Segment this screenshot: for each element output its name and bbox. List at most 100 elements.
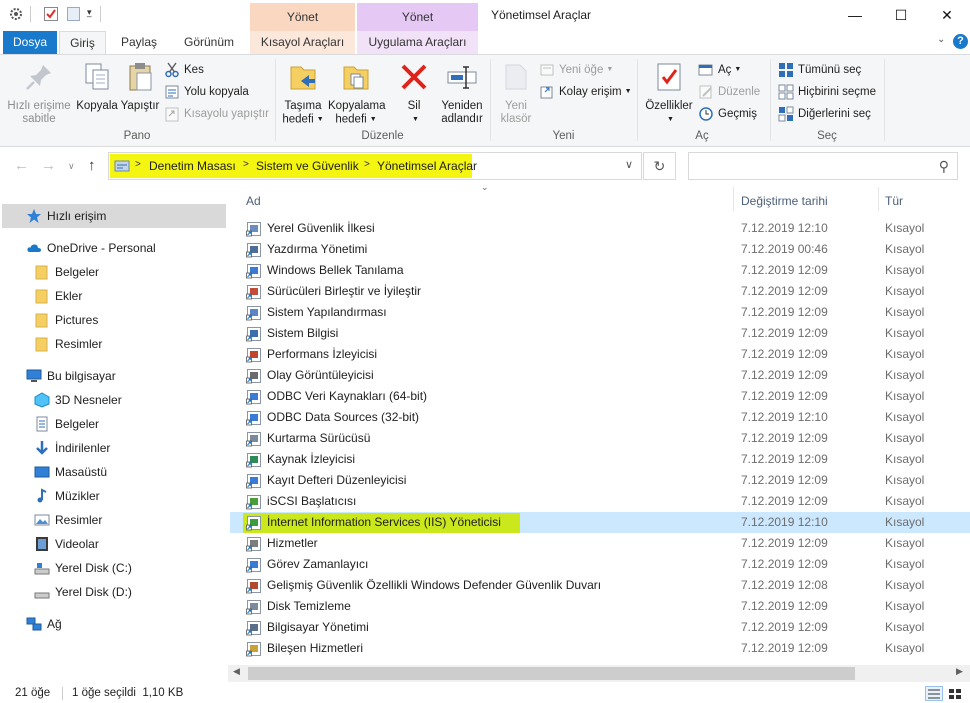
new-folder-button[interactable]: Yeni klasör (495, 61, 537, 126)
breadcrumb-control-panel[interactable]: Denetim Masası (149, 159, 236, 173)
file-row[interactable]: Bileşen Hizmetleri 7.12.2019 12:09 Kısayol (230, 638, 970, 659)
select-none-button[interactable]: Hiçbirini seçme (778, 82, 876, 102)
up-arrow-icon[interactable]: ↑ (88, 157, 96, 174)
file-row[interactable]: Sistem Bilgisi 7.12.2019 12:09 Kısayol (230, 323, 970, 344)
forward-arrow-icon[interactable]: → (41, 157, 56, 174)
breadcrumb-separator[interactable]: > (364, 159, 370, 170)
collapse-ribbon-icon[interactable]: ⌄ (937, 34, 945, 45)
copy-path-button[interactable]: Yolu kopyala (164, 82, 249, 102)
file-row[interactable]: İnternet Information Services (IIS) Yöne… (230, 512, 970, 533)
nav-onedrive-item[interactable]: Resimler (2, 332, 226, 356)
new-folder-qat-icon[interactable] (66, 6, 82, 22)
nav-pc-item[interactable]: 3D Nesneler (2, 388, 226, 412)
recent-locations-icon[interactable]: ∨ (68, 161, 75, 172)
cut-button[interactable]: Kes (164, 60, 204, 80)
nav-onedrive-item[interactable]: Pictures (2, 308, 226, 332)
file-row[interactable]: Sistem Yapılandırması 7.12.2019 12:09 Kısa… (230, 302, 970, 323)
details-view-button[interactable] (925, 686, 943, 701)
breadcrumb-system-security[interactable]: Sistem ve Güvenlik (256, 159, 359, 173)
column-divider[interactable] (878, 187, 879, 211)
easy-access-button[interactable]: Kolay erişim ▼ (539, 82, 632, 102)
file-row[interactable]: Bilgisayar Yönetimi 7.12.2019 12:09 Kısayo… (230, 617, 970, 638)
properties-check-icon[interactable] (43, 6, 59, 22)
nav-pc-item[interactable]: Müzikler (2, 484, 226, 508)
file-row[interactable]: Kayıt Defteri Düzenleyicisi 7.12.2019 12:… (230, 470, 970, 491)
file-row[interactable]: ODBC Veri Kaynakları (64-bit) 7.12.2019 1… (230, 386, 970, 407)
file-row[interactable]: Disk Temizleme 7.12.2019 12:09 Kısayol (230, 596, 970, 617)
nav-network[interactable]: Ağ (2, 612, 226, 636)
scroll-left-icon[interactable]: ◀ (233, 666, 240, 677)
nav-pc-item[interactable]: Yerel Disk (D:) (2, 580, 226, 604)
tab-home[interactable]: Giriş (59, 31, 106, 55)
delete-button[interactable]: Sil ▼ (392, 61, 436, 127)
help-icon[interactable]: ? (953, 34, 968, 49)
nav-pc-item[interactable]: Masaüstü (2, 460, 226, 484)
nav-pc-item[interactable]: İndirilenler (2, 436, 226, 460)
open-button[interactable]: Aç ▼ (698, 60, 741, 80)
copy-to-button[interactable]: Kopyalama hedefi ▼ (328, 61, 386, 127)
refresh-button[interactable]: ↻ (643, 152, 676, 180)
properties-gear-icon[interactable] (8, 6, 24, 22)
invert-selection-button[interactable]: Diğerlerini seç (778, 104, 871, 124)
file-row[interactable]: Olay Görüntüleyicisi 7.12.2019 12:09 Kısay… (230, 365, 970, 386)
nav-pc-item[interactable]: Yerel Disk (C:) (2, 556, 226, 580)
tab-view[interactable]: Görünüm (172, 31, 246, 54)
breadcrumb-separator[interactable]: > (135, 159, 141, 170)
scroll-right-icon[interactable]: ▶ (956, 666, 963, 677)
nav-quick-access[interactable]: Hızlı erişim (2, 204, 226, 228)
horizontal-scrollbar[interactable]: ◀ ▶ (228, 665, 970, 682)
nav-pc-item[interactable]: Resimler (2, 508, 226, 532)
minimize-button[interactable]: — (832, 0, 878, 30)
search-input[interactable]: ⚲ (688, 152, 958, 180)
breadcrumb-admin-tools[interactable]: Yönetimsel Araçlar (377, 159, 477, 173)
file-date: 7.12.2019 12:09 (741, 473, 828, 487)
column-divider[interactable] (733, 187, 734, 211)
file-row[interactable]: Windows Bellek Tanılama 7.12.2019 12:09 Kı… (230, 260, 970, 281)
file-row[interactable]: Performans İzleyicisi 7.12.2019 12:09 Kısa… (230, 344, 970, 365)
nav-this-pc[interactable]: Bu bilgisayar (2, 364, 226, 388)
address-dropdown-icon[interactable]: ∨ (625, 158, 633, 171)
column-header-date[interactable]: Değiştirme tarihi (741, 194, 828, 208)
copy-button[interactable]: Kopyala (75, 61, 119, 113)
column-header-type[interactable]: Tür (885, 194, 903, 208)
file-row[interactable]: Yazdırma Yönetimi 7.12.2019 00:46 Kısayol (230, 239, 970, 260)
tab-shortcut-tools[interactable]: Kısayol Araçları (250, 31, 355, 54)
breadcrumb-separator[interactable]: > (243, 159, 249, 170)
address-bar[interactable]: > Denetim Masası > Sistem ve Güvenlik > … (108, 152, 642, 180)
nav-pc-item[interactable]: Belgeler (2, 412, 226, 436)
tab-application-tools[interactable]: Uygulama Araçları (357, 31, 478, 54)
column-header-name[interactable]: Ad (246, 194, 261, 208)
close-button[interactable]: ✕ (924, 0, 970, 30)
nav-pc-item[interactable]: Videolar (2, 532, 226, 556)
nav-onedrive-item[interactable]: Belgeler (2, 260, 226, 284)
edit-button[interactable]: Düzenle (698, 82, 760, 102)
properties-button[interactable]: Özellikler ▼ (643, 61, 695, 127)
qat-customize-icon[interactable]: ▾̲ (87, 7, 92, 18)
large-icons-view-button[interactable] (946, 686, 964, 701)
move-to-button[interactable]: Taşıma hedefi ▼ (278, 61, 328, 127)
history-button[interactable]: Geçmiş (698, 104, 757, 124)
file-row[interactable]: Gelişmiş Güvenlik Özellikli Windows Defe… (230, 575, 970, 596)
copy-label: Kopyala (76, 100, 118, 112)
pin-quick-access-button[interactable]: Hızlı erişime sabitle (7, 61, 71, 126)
nav-onedrive[interactable]: OneDrive - Personal (2, 236, 226, 260)
paste-button[interactable]: Yapıştır (119, 61, 161, 113)
file-row[interactable]: Yerel Güvenlik İlkesi 7.12.2019 12:10 Kısa… (230, 218, 970, 239)
file-row[interactable]: Hizmetler 7.12.2019 12:09 Kısayol (230, 533, 970, 554)
maximize-button[interactable]: ☐ (878, 0, 924, 30)
paste-shortcut-button[interactable]: Kısayolu yapıştır (164, 104, 269, 124)
select-all-button[interactable]: Tümünü seç (778, 60, 861, 80)
file-row[interactable]: Kurtarma Sürücüsü 7.12.2019 12:09 Kısayol (230, 428, 970, 449)
new-item-button[interactable]: Yeni öğe ▼ (539, 60, 613, 80)
nav-onedrive-item[interactable]: Ekler (2, 284, 226, 308)
tab-share[interactable]: Paylaş (112, 31, 166, 54)
file-row[interactable]: ODBC Data Sources (32-bit) 7.12.2019 12:1… (230, 407, 970, 428)
file-row[interactable]: Kaynak İzleyicisi 7.12.2019 12:09 Kısayol (230, 449, 970, 470)
tab-file[interactable]: Dosya (3, 31, 57, 54)
file-row[interactable]: iSCSI Başlatıcısı 7.12.2019 12:09 Kısayol (230, 491, 970, 512)
file-row[interactable]: Görev Zamanlayıcı 7.12.2019 12:09 Kısayol (230, 554, 970, 575)
back-arrow-icon[interactable]: ← (14, 157, 29, 174)
file-row[interactable]: Sürücüleri Birleştir ve İyileştir 7.12.20… (230, 281, 970, 302)
scrollbar-thumb[interactable] (248, 667, 855, 680)
rename-button[interactable]: Yeniden adlandır (436, 61, 488, 126)
